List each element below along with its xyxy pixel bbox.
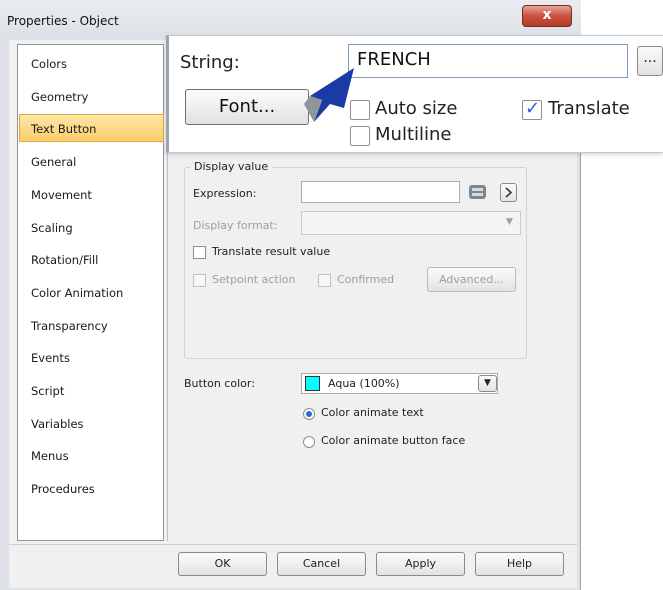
chevron-right-icon[interactable] [500, 183, 517, 202]
string-label: String: [180, 52, 240, 73]
tag-browse-icon[interactable] [467, 181, 489, 203]
color-animate-face-radio[interactable] [303, 436, 315, 448]
button-color-value: Aqua (100%) [328, 377, 400, 390]
category-item[interactable]: Movement [31, 188, 92, 202]
category-item[interactable]: Script [31, 384, 64, 398]
translate-checkbox[interactable] [522, 98, 542, 120]
category-item[interactable]: Colors [31, 57, 67, 71]
arrow-pointer-icon [304, 68, 354, 122]
category-item[interactable]: Events [31, 351, 70, 365]
category-item[interactable]: Scaling [31, 221, 73, 235]
category-item[interactable]: Text Button [31, 122, 96, 136]
string-input[interactable]: FRENCH [348, 44, 628, 78]
category-item[interactable]: Variables [31, 417, 84, 431]
category-item[interactable]: Color Animation [31, 286, 123, 300]
expression-input[interactable] [301, 181, 460, 203]
chevron-down-icon[interactable]: ▼ [478, 375, 497, 392]
color-animate-text-label: Color animate text [321, 406, 424, 419]
category-item[interactable]: Geometry [31, 90, 88, 104]
window-title: Properties - Object [7, 14, 119, 28]
translate-label: Translate [548, 98, 630, 119]
multiline-label: Multiline [375, 124, 452, 145]
translate-result-label: Translate result value [212, 245, 331, 258]
apply-button[interactable]: Apply [376, 552, 465, 576]
confirmed-label: Confirmed [337, 273, 395, 286]
category-item[interactable]: Transparency [31, 319, 108, 333]
button-color-select[interactable]: Aqua (100%) ▼ [301, 373, 498, 394]
group-legend: Display value [190, 160, 273, 173]
footer-separator [9, 544, 577, 545]
setpoint-action-label: Setpoint action [212, 273, 296, 286]
display-format-select[interactable]: ▼ [301, 211, 521, 235]
translate-result-checkbox[interactable] [193, 246, 206, 259]
string-browse-button[interactable]: ... [637, 46, 663, 76]
category-item[interactable]: General [31, 155, 76, 169]
string-value: FRENCH [357, 49, 431, 70]
confirmed-checkbox[interactable] [318, 274, 331, 287]
auto-size-label: Auto size [375, 98, 458, 119]
button-color-label: Button color: [184, 377, 255, 390]
chevron-down-icon: ▼ [506, 217, 513, 227]
color-swatch [305, 376, 320, 391]
ok-button[interactable]: OK [178, 552, 267, 576]
category-list: Colors Geometry Text Button General Movement… [17, 44, 164, 541]
category-item[interactable]: Rotation/Fill [31, 253, 98, 267]
cancel-button[interactable]: Cancel [277, 552, 366, 576]
category-item[interactable]: Procedures [31, 482, 95, 496]
color-animate-text-radio[interactable] [303, 408, 315, 420]
help-button[interactable]: Help [475, 552, 564, 576]
font-button[interactable]: Font... [185, 89, 309, 125]
advanced-button[interactable]: Advanced... [427, 267, 516, 292]
multiline-checkbox[interactable] [350, 126, 370, 146]
expression-label: Expression: [193, 187, 257, 200]
setpoint-action-checkbox[interactable] [193, 274, 206, 287]
close-button[interactable]: x [522, 5, 572, 27]
color-animate-face-label: Color animate button face [321, 434, 466, 447]
display-format-label: Display format: [193, 219, 278, 232]
category-item[interactable]: Menus [31, 449, 69, 463]
